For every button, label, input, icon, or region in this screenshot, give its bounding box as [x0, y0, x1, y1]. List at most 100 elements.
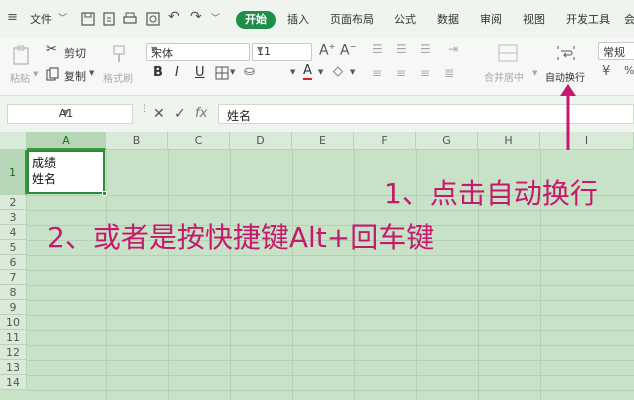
- align-center-icon[interactable]: ≡: [396, 66, 406, 80]
- cell-a1-line1: 成绩: [32, 156, 57, 170]
- clear-format-icon[interactable]: ◇: [333, 64, 343, 79]
- merge-center-icon[interactable]: [498, 44, 518, 62]
- tab-page-layout[interactable]: 页面布局: [330, 11, 374, 29]
- column-header[interactable]: A: [27, 132, 106, 150]
- column-header[interactable]: E: [292, 132, 354, 150]
- grid-line: [27, 375, 634, 376]
- print-preview-icon[interactable]: [145, 11, 161, 27]
- paste-icon[interactable]: [10, 44, 32, 66]
- fill-handle[interactable]: [102, 191, 107, 196]
- tab-review[interactable]: 审阅: [480, 11, 502, 29]
- hamburger-icon[interactable]: ≡: [7, 10, 18, 25]
- fill-color-icon[interactable]: ⛀: [244, 64, 255, 79]
- column-header[interactable]: I: [540, 132, 634, 150]
- align-bottom-icon[interactable]: ☰: [420, 42, 431, 56]
- chevron-down-icon: ▼: [257, 45, 264, 54]
- copy-button[interactable]: 复制: [64, 68, 86, 84]
- tab-more[interactable]: 会: [624, 11, 634, 29]
- chevron-down-icon[interactable]: ▼: [532, 69, 537, 77]
- chevron-down-icon[interactable]: ▼: [89, 69, 94, 77]
- cell-a1[interactable]: 成绩 姓名: [27, 150, 107, 196]
- row-header[interactable]: 14: [0, 375, 27, 390]
- row-header[interactable]: 11: [0, 330, 27, 345]
- italic-button[interactable]: I: [175, 65, 179, 80]
- decrease-font-icon[interactable]: A−: [340, 42, 356, 59]
- currency-icon[interactable]: ¥: [602, 64, 610, 79]
- paste-button[interactable]: 粘贴: [10, 70, 30, 85]
- align-middle-icon[interactable]: ☰: [396, 42, 407, 56]
- redo-icon[interactable]: ↷: [190, 9, 202, 25]
- scissors-icon[interactable]: ✂: [46, 42, 57, 57]
- bold-button[interactable]: B: [153, 65, 163, 80]
- column-header[interactable]: G: [416, 132, 478, 150]
- select-all-corner[interactable]: [0, 132, 27, 150]
- percent-icon[interactable]: %: [624, 64, 634, 77]
- merge-center-button[interactable]: 合并居中: [484, 69, 524, 84]
- chevron-down-icon[interactable]: ﹀: [211, 11, 220, 24]
- chevron-down-icon[interactable]: ▼: [290, 68, 295, 76]
- tab-home[interactable]: 开始: [236, 11, 276, 29]
- row-header[interactable]: 3: [0, 210, 27, 225]
- column-header[interactable]: H: [478, 132, 540, 150]
- font-size-select[interactable]: 11 ▼: [252, 43, 312, 61]
- format-painter-button[interactable]: 格式刷: [103, 70, 133, 85]
- tab-view[interactable]: 视图: [523, 11, 545, 29]
- grid-line: [27, 360, 634, 361]
- chevron-down-icon[interactable]: ▼: [230, 68, 235, 76]
- chevron-down-icon[interactable]: ▼: [350, 68, 355, 76]
- name-box[interactable]: A1 ▼: [7, 104, 133, 124]
- grid-line: [292, 150, 293, 400]
- function-icon[interactable]: fx: [195, 106, 207, 121]
- grid-line: [27, 300, 634, 301]
- chevron-down-icon[interactable]: ﹀: [58, 11, 67, 24]
- chevron-down-icon[interactable]: ▼: [33, 70, 38, 78]
- tab-formulas[interactable]: 公式: [394, 11, 416, 29]
- row-header[interactable]: 2: [0, 195, 27, 210]
- row-header[interactable]: 7: [0, 270, 27, 285]
- cancel-icon[interactable]: ✕: [153, 106, 165, 122]
- font-name-select[interactable]: 宋体 ▼: [146, 43, 250, 61]
- wrap-text-icon[interactable]: [556, 44, 576, 62]
- chevron-down-icon[interactable]: ▼: [318, 68, 323, 76]
- align-top-icon[interactable]: ☰: [372, 42, 383, 56]
- row-header[interactable]: 10: [0, 315, 27, 330]
- tab-data[interactable]: 数据: [437, 11, 459, 29]
- confirm-icon[interactable]: ✓: [174, 106, 186, 122]
- copy-icon[interactable]: [46, 67, 60, 81]
- number-format-select[interactable]: 常规: [598, 42, 634, 60]
- undo-icon[interactable]: ↶: [168, 9, 180, 25]
- border-icon[interactable]: [215, 66, 229, 80]
- column-header[interactable]: D: [230, 132, 292, 150]
- annotation-step2: 2、或者是按快捷键Alt+回车键: [47, 221, 435, 254]
- align-left-icon[interactable]: ≡: [372, 66, 382, 80]
- row-header[interactable]: 12: [0, 345, 27, 360]
- row-header[interactable]: 4: [0, 225, 27, 240]
- increase-font-icon[interactable]: A+: [319, 42, 335, 59]
- export-icon[interactable]: [101, 11, 117, 27]
- row-header[interactable]: 1: [0, 150, 27, 195]
- indent-icon[interactable]: ⇥: [448, 42, 458, 56]
- row-header[interactable]: 9: [0, 300, 27, 315]
- column-header[interactable]: F: [354, 132, 416, 150]
- row-header[interactable]: 8: [0, 285, 27, 300]
- grid-line: [27, 345, 634, 346]
- distributed-icon[interactable]: ≣: [444, 66, 454, 80]
- cell-a1-line2: 姓名: [32, 172, 57, 186]
- format-painter-icon[interactable]: [110, 44, 128, 64]
- font-color-icon[interactable]: A: [303, 64, 312, 80]
- cut-button[interactable]: 剪切: [64, 45, 86, 61]
- annotation-step1: 1、点击自动换行: [384, 177, 598, 210]
- more-icon[interactable]: ⋮: [140, 104, 149, 114]
- row-header[interactable]: 13: [0, 360, 27, 375]
- align-right-icon[interactable]: ≡: [420, 66, 430, 80]
- row-header[interactable]: 6: [0, 255, 27, 270]
- column-header[interactable]: B: [106, 132, 168, 150]
- row-header[interactable]: 5: [0, 240, 27, 255]
- column-header[interactable]: C: [168, 132, 230, 150]
- print-icon[interactable]: [122, 11, 138, 27]
- underline-button[interactable]: U: [195, 65, 205, 80]
- tab-insert[interactable]: 插入: [287, 11, 309, 29]
- file-menu[interactable]: 文件: [30, 11, 52, 29]
- save-icon[interactable]: [80, 11, 96, 27]
- tab-developer[interactable]: 开发工具: [566, 11, 610, 29]
